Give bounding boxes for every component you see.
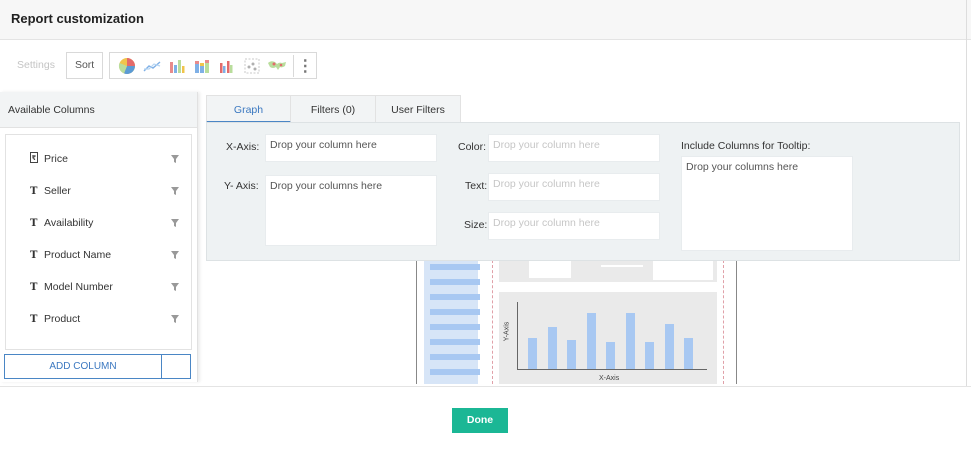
- config-tabs: Graph Filters (0) User Filters: [206, 95, 461, 123]
- grouped-bar-icon[interactable]: [214, 53, 239, 78]
- column-name: Model Number: [44, 281, 113, 293]
- column-name: Availability: [44, 217, 94, 229]
- text-dropzone[interactable]: Drop your column here: [488, 173, 660, 201]
- preview-row: [430, 324, 480, 330]
- header-divider: [966, 0, 967, 40]
- preview-table: [499, 260, 717, 282]
- preview-row: [430, 354, 480, 360]
- list-item[interactable]: T Product Name: [30, 247, 180, 263]
- x-axis-dropzone[interactable]: Drop your column here: [265, 134, 437, 162]
- preview-row: [430, 279, 480, 285]
- column-name: Product Name: [44, 249, 112, 261]
- text-label: Text:: [465, 180, 488, 192]
- columns-list: ₹ Price T Seller T Availability T Produc…: [5, 134, 192, 350]
- preview-row: [430, 264, 480, 270]
- preview-divider: [723, 260, 724, 384]
- chart-preview: Y-Axis X-Axis: [416, 260, 737, 384]
- bar-chart-icon[interactable]: [164, 53, 189, 78]
- filter-icon[interactable]: [170, 155, 180, 163]
- graph-config-panel: X-Axis: Drop your column here Y- Axis: D…: [206, 122, 960, 261]
- available-columns-panel: Available Columns ₹ Price T Seller T Ava…: [0, 92, 198, 382]
- filter-icon[interactable]: [170, 315, 180, 323]
- pie-chart-icon[interactable]: [114, 53, 139, 78]
- text-type-icon: T: [30, 217, 38, 229]
- size-label: Size:: [464, 219, 488, 231]
- dialog-footer: Done: [0, 386, 971, 454]
- dialog-edge: [966, 40, 967, 386]
- toolbar-separator: [293, 54, 295, 77]
- preview-bar: [586, 313, 596, 369]
- color-dropzone[interactable]: Drop your column here: [488, 134, 660, 162]
- text-type-icon: T: [30, 281, 38, 293]
- dialog-header: Report customization: [0, 0, 971, 40]
- column-name: Seller: [44, 185, 71, 197]
- tab-user-filters[interactable]: User Filters: [376, 95, 461, 123]
- sort-button[interactable]: Sort: [65, 52, 104, 79]
- preview-row: [430, 339, 480, 345]
- list-item[interactable]: T Seller: [30, 183, 180, 199]
- map-chart-icon[interactable]: [264, 53, 289, 78]
- svg-text:₹: ₹: [32, 154, 37, 162]
- column-name: Price: [44, 153, 68, 165]
- list-item[interactable]: ₹ Price: [30, 151, 180, 167]
- preview-bar: [567, 340, 576, 369]
- text-type-icon: T: [30, 313, 38, 325]
- preview-row: [430, 369, 480, 375]
- preview-y-axis-label: Y-Axis: [503, 321, 511, 342]
- y-axis-label: Y- Axis:: [224, 180, 259, 192]
- currency-type-icon: ₹: [30, 151, 44, 167]
- scatter-chart-icon[interactable]: [239, 53, 264, 78]
- preview-bar: [528, 338, 537, 369]
- list-item[interactable]: T Product: [30, 311, 180, 327]
- x-axis-label: X-Axis:: [226, 141, 260, 153]
- tab-graph[interactable]: Graph: [206, 95, 291, 123]
- done-button[interactable]: Done: [452, 408, 508, 433]
- text-type-icon: T: [30, 185, 38, 197]
- size-dropzone[interactable]: Drop your column here: [488, 212, 660, 240]
- preview-bar: [606, 342, 615, 369]
- preview-bar: [664, 324, 674, 369]
- color-label: Color:: [458, 141, 487, 153]
- tooltip-label: Include Columns for Tooltip:: [681, 140, 811, 152]
- settings-button[interactable]: Settings: [8, 52, 64, 79]
- more-options-icon[interactable]: ⋮: [297, 53, 313, 78]
- preview-bar: [625, 313, 635, 369]
- preview-chart: Y-Axis X-Axis: [499, 292, 717, 384]
- dialog-title: Report customization: [11, 11, 144, 26]
- column-name: Product: [44, 313, 81, 325]
- preview-bar: [684, 338, 693, 369]
- available-columns-title: Available Columns: [0, 92, 197, 128]
- stacked-bar-icon[interactable]: [189, 53, 214, 78]
- report-toolbar: Settings Sort ⋮: [8, 52, 318, 79]
- preview-row: [430, 294, 480, 300]
- text-type-icon: T: [30, 249, 38, 261]
- preview-bar: [547, 327, 557, 369]
- preview-plot-area: [517, 302, 707, 370]
- add-column-dropdown[interactable]: [162, 355, 190, 378]
- filter-icon[interactable]: [170, 219, 180, 227]
- preview-divider: [492, 260, 493, 384]
- preview-bar: [645, 342, 654, 369]
- tooltip-dropzone[interactable]: Drop your columns here: [681, 156, 853, 251]
- list-item[interactable]: T Model Number: [30, 279, 180, 295]
- tab-filters[interactable]: Filters (0): [291, 95, 376, 123]
- add-column-control: ADD COLUMN: [4, 354, 191, 379]
- preview-sidebar: [424, 260, 480, 384]
- y-axis-dropzone[interactable]: Drop your columns here: [265, 175, 437, 246]
- filter-icon[interactable]: [170, 187, 180, 195]
- preview-x-axis-label: X-Axis: [599, 375, 620, 382]
- filter-icon[interactable]: [170, 283, 180, 291]
- list-item[interactable]: T Availability: [30, 215, 180, 231]
- filter-icon[interactable]: [170, 251, 180, 259]
- chart-type-selector: ⋮: [109, 52, 318, 79]
- preview-row: [430, 309, 480, 315]
- add-column-button[interactable]: ADD COLUMN: [5, 355, 162, 378]
- line-chart-icon[interactable]: [139, 53, 164, 78]
